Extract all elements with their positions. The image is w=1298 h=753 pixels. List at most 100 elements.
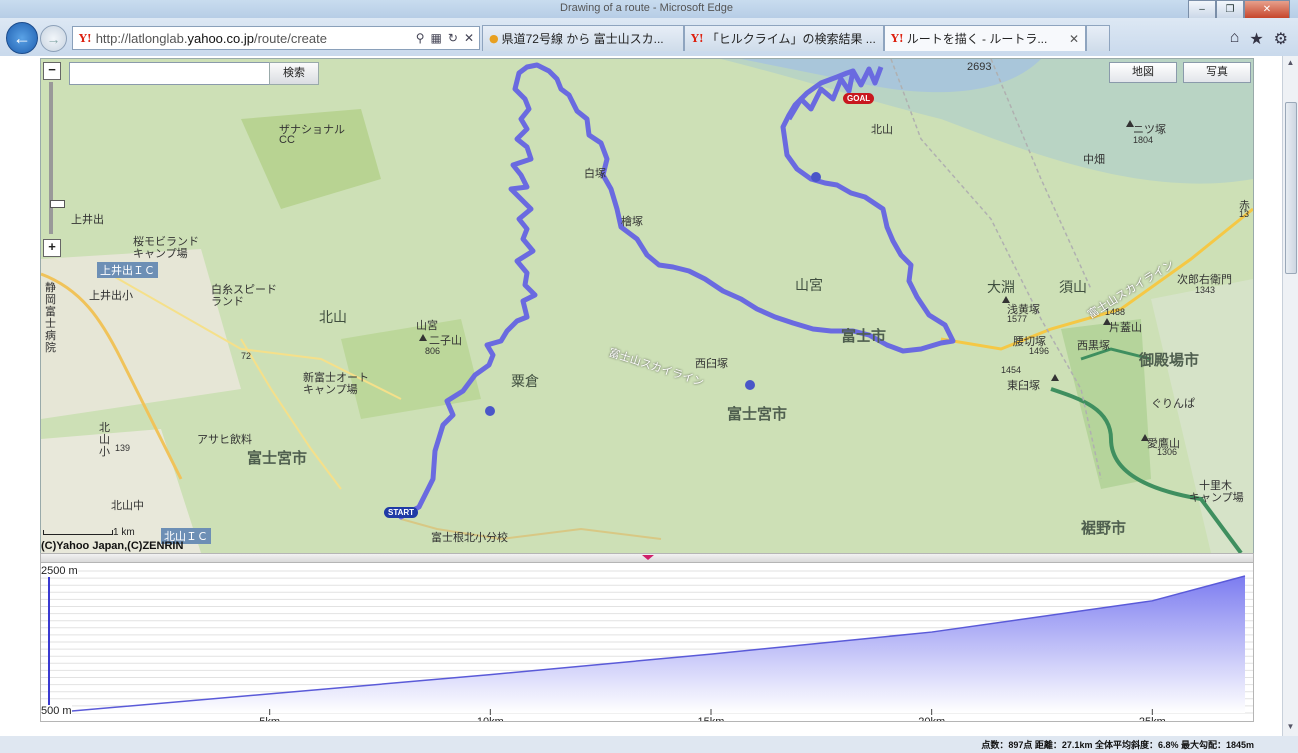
maximize-button[interactable]: ❐ <box>1216 0 1244 19</box>
area-label: 山宮 <box>795 277 823 293</box>
elevation-label: 13 <box>1239 209 1250 219</box>
place-label: アサヒ飲料 <box>197 434 252 446</box>
navigation-bar: ← → Y! http://latlonglab.yahoo.co.jp/rou… <box>0 18 1298 56</box>
photo-mode-button[interactable]: 写真 <box>1183 62 1251 83</box>
close-tab-icon[interactable]: ✕ <box>1069 32 1079 46</box>
tab-label: 「ヒルクライム」の検索結果 ... <box>706 32 876 46</box>
elevation-label: 1577 <box>1007 314 1028 324</box>
route-number-label: 139 <box>115 443 131 453</box>
elevation-label: 806 <box>425 346 441 356</box>
tab-2[interactable]: Y! 「ヒルクライム」の検索結果 ... <box>684 25 884 51</box>
x-tick-label: 10km <box>477 716 504 721</box>
arrow-right-icon: → <box>46 30 61 47</box>
yahoo-favicon-icon: Y! <box>79 31 92 45</box>
search-button[interactable]: 検索 <box>269 62 319 85</box>
place-label: 片蓋山 <box>1109 322 1142 334</box>
school-label: 北山中 <box>111 500 144 512</box>
zoom-in-button[interactable]: + <box>43 239 61 257</box>
yahoo-favicon-icon: Y! <box>691 32 704 45</box>
collapse-arrow-icon[interactable] <box>642 555 654 560</box>
window-title: Drawing of a route - Microsoft Edge <box>560 2 734 14</box>
city-label: 富士宮市 <box>247 450 308 467</box>
scroll-thumb[interactable] <box>1285 102 1297 274</box>
zoom-slider-track[interactable] <box>49 82 65 234</box>
area-label: 須山 <box>1059 279 1087 295</box>
place-label: 西臼塚 <box>695 358 728 370</box>
city-label: 裾野市 <box>1081 520 1127 537</box>
profile-svg: 5km 10km 15km 20km 25km <box>41 567 1253 721</box>
elevation-label: 1343 <box>1195 285 1216 295</box>
x-tick-label: 15km <box>698 716 725 721</box>
back-button[interactable]: ← <box>6 22 38 54</box>
scroll-down-icon[interactable]: ▼ <box>1285 722 1296 734</box>
search-icon[interactable]: ⚲ <box>416 31 425 45</box>
school-label: 上井出小 <box>89 290 133 302</box>
x-tick-label: 20km <box>918 716 945 721</box>
address-bar[interactable]: Y! http://latlonglab.yahoo.co.jp/route/c… <box>72 26 480 50</box>
place-label: 小 <box>99 446 110 458</box>
new-tab-button[interactable] <box>1086 25 1110 51</box>
place-label: CC <box>279 134 295 146</box>
start-marker[interactable]: START <box>384 507 419 518</box>
route-stats: 点数：897点 距離：27.1km 全体平均斜度：6.8% 最大勾配：1845m <box>981 740 1254 750</box>
place-label: キャンプ場 <box>1189 492 1244 504</box>
elevation-label: 2693 <box>967 61 992 73</box>
city-label: 御殿場市 <box>1139 352 1200 369</box>
map-search-input[interactable] <box>69 62 273 85</box>
place-label: ランド <box>211 296 244 308</box>
favorites-star-icon[interactable]: ★ <box>1249 29 1263 49</box>
browser-toolbar-icons: ⌂ ★ ⚙ <box>1230 29 1288 49</box>
zoom-out-button[interactable]: − <box>43 62 61 80</box>
place-label: キャンプ場 <box>133 248 188 260</box>
yahoo-favicon-icon: Y! <box>891 32 904 45</box>
place-label: 檜塚 <box>621 216 643 228</box>
y-axis-bottom-label: 500 m <box>41 705 72 717</box>
address-tools: ⚲ ▦ ↻ ✕ <box>416 31 474 45</box>
school-label: 富士根北小分校 <box>431 532 508 544</box>
refresh-icon[interactable]: ↻ <box>448 31 458 45</box>
tab-1[interactable]: ● 県道72号線 から 富士山スカ... <box>482 25 684 51</box>
place-label: 中畑 <box>1083 154 1105 166</box>
area-label: 大淵 <box>987 279 1015 295</box>
vertical-scrollbar[interactable]: ▲ ▼ <box>1282 56 1298 736</box>
elevation-label: 1454 <box>1001 365 1022 375</box>
forward-button[interactable]: → <box>40 25 67 52</box>
tab-3-active[interactable]: Y! ルートを描く - ルートラ... ✕ <box>884 25 1086 51</box>
tab-label: 県道72号線 から 富士山スカ... <box>501 32 664 46</box>
url-text: http://latlonglab.yahoo.co.jp/route/crea… <box>95 30 327 46</box>
place-label: ぐりんぱ <box>1151 398 1195 410</box>
arrow-left-icon: ← <box>13 27 31 48</box>
tab-label: ルートを描く - ルートラ... <box>906 32 1048 46</box>
compat-view-icon[interactable]: ▦ <box>431 31 442 45</box>
window-titlebar: Drawing of a route - Microsoft Edge – ❐ … <box>0 0 1298 19</box>
scroll-up-icon[interactable]: ▲ <box>1285 58 1296 70</box>
elevation-profile-chart: 5km 10km 15km 20km 25km 2500 m 500 m <box>40 562 1254 722</box>
window-controls: – ❐ ✕ <box>1188 0 1290 19</box>
place-label: 上井出 <box>71 214 104 226</box>
place-label: 北山 <box>871 124 893 136</box>
zoom-control: − + <box>43 62 65 257</box>
x-tick-label: 25km <box>1139 716 1166 721</box>
map-mode-button[interactable]: 地図 <box>1109 62 1177 83</box>
place-label: 山宮 <box>416 320 438 332</box>
home-icon[interactable]: ⌂ <box>1230 29 1240 49</box>
stop-icon[interactable]: ✕ <box>464 31 474 45</box>
elevation-label: 1488 <box>1105 307 1126 317</box>
ic-label: 上井出ＩＣ <box>97 262 158 278</box>
elevation-label: 1306 <box>1157 447 1178 457</box>
y-axis-top-label: 2500 m <box>41 565 78 577</box>
route-number-label: 72 <box>241 351 252 361</box>
map-view[interactable]: − + 検索 地図 写真 GOAL START 2693 北山 ニツ塚 1804… <box>40 58 1254 554</box>
zoom-slider-knob[interactable] <box>50 200 65 208</box>
scale-bar <box>43 530 113 535</box>
gear-icon[interactable]: ⚙ <box>1274 29 1288 49</box>
close-window-button[interactable]: ✕ <box>1244 0 1290 19</box>
place-label: 西黒塚 <box>1077 340 1110 352</box>
city-label: 富士市 <box>841 328 887 345</box>
place-label: 院 <box>45 342 56 354</box>
elevation-label: 1804 <box>1133 135 1154 145</box>
map-credit: (C)Yahoo Japan,(C)ZENRIN <box>41 540 184 552</box>
goal-marker[interactable]: GOAL <box>843 93 875 104</box>
minimize-button[interactable]: – <box>1188 0 1216 19</box>
elevation-area <box>49 575 1245 713</box>
